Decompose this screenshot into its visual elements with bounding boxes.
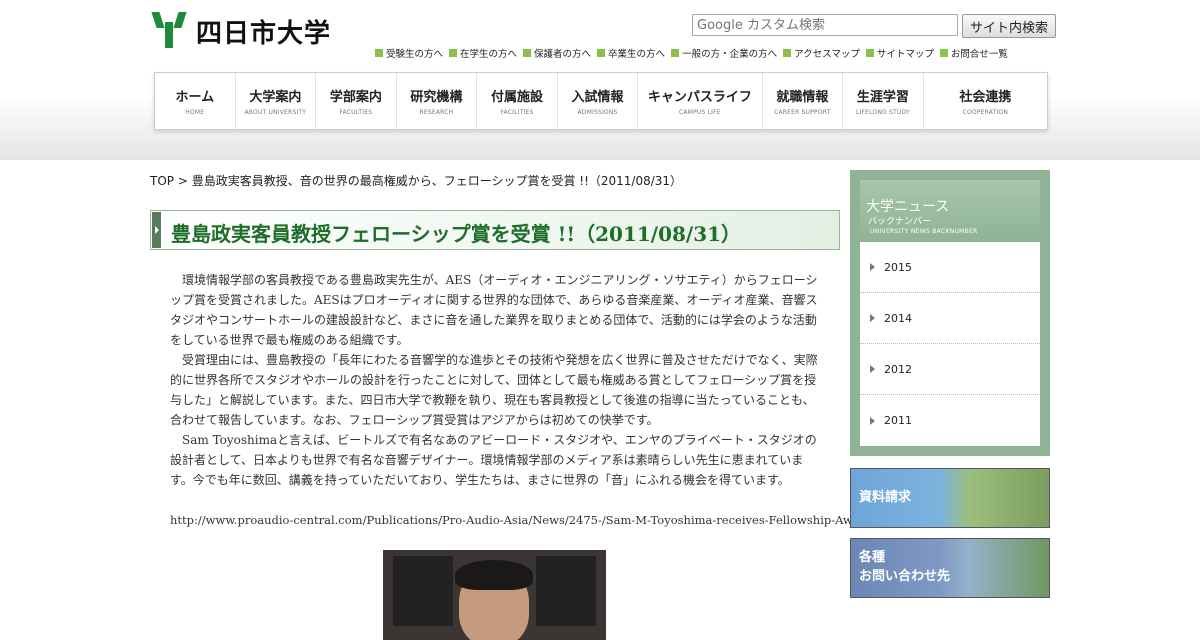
nav-campus-life[interactable]: キャンパスライフ CAMPUS LIFE: [638, 73, 763, 129]
sidebar-en-title: UNIVERSITY NEWS BACKNUMBER: [870, 228, 978, 235]
nav-career[interactable]: 就職情報 CAREER SUPPORT: [763, 73, 844, 129]
source-link[interactable]: http://www.proaudio-central.com/Publicat…: [170, 510, 932, 530]
search-input[interactable]: [692, 14, 958, 36]
breadcrumb: TOP > 豊島政実客員教授、音の世界の最高権威から、フェローシップ賞を受賞 !…: [150, 174, 683, 188]
link-current-students[interactable]: 在学生の方へ: [449, 46, 517, 60]
nav-research[interactable]: 研究機構 RESEARCH: [397, 73, 478, 129]
year-link-2011[interactable]: 2011: [860, 395, 1040, 446]
sidebar-subtitle: バックナンバー: [868, 217, 932, 227]
nav-admissions[interactable]: 入試情報 ADMISSIONS: [558, 73, 639, 129]
arrow-icon: [449, 49, 458, 57]
triangle-right-icon: [870, 365, 875, 373]
article-body: 環境情報学部の客員教授である豊島政実先生が、AES（オーディオ・エンジニアリング…: [170, 270, 932, 530]
news-backnumber-header: 大学ニュース バックナンバー UNIVERSITY NEWS BACKNUMBE…: [860, 180, 1040, 242]
logo-y-icon: [151, 12, 187, 50]
arrow-icon: [597, 49, 606, 57]
arrow-icon: [375, 49, 383, 57]
triangle-right-icon: [870, 416, 875, 425]
link-parents[interactable]: 保護者の方へ: [523, 46, 591, 60]
year-link-2015[interactable]: 2015: [860, 242, 1040, 293]
logo-text: 四日市大学: [196, 18, 332, 49]
article-title-box: 豊島政実客員教授フェローシップ賞を受賞 !!（2011/08/31）: [150, 210, 840, 250]
arrow-icon: [939, 49, 948, 57]
sidebar-title: 大学ニュース: [866, 199, 950, 215]
professor-photo: [383, 550, 606, 640]
link-alumni[interactable]: 卒業生の方へ: [597, 46, 665, 60]
article-paragraph: 環境情報学部の客員教授である豊島政実先生が、AES（オーディオ・エンジニアリング…: [170, 273, 818, 347]
title-marker-icon: [152, 212, 161, 248]
request-materials-banner[interactable]: 資料請求: [850, 468, 1050, 528]
year-link-2014[interactable]: 2014: [860, 293, 1040, 344]
year-list: 2015 2014 2012 2011: [860, 242, 1040, 446]
link-contact-list[interactable]: お問合せ一覧: [939, 46, 1008, 60]
triangle-right-icon: [870, 263, 875, 271]
nav-lifelong[interactable]: 生涯学習 LIFELONG STUDY: [843, 73, 924, 129]
site-search: サイト内検索: [692, 14, 1056, 38]
triangle-right-icon: [870, 314, 875, 322]
search-button[interactable]: サイト内検索: [962, 14, 1056, 38]
link-sitemap[interactable]: サイトマップ: [865, 46, 934, 60]
arrow-icon: [523, 49, 532, 57]
page-title: 豊島政実客員教授フェローシップ賞を受賞 !!（2011/08/31）: [171, 222, 742, 246]
audience-links: 受験生の方へ 在学生の方へ 保護者の方へ 卒業生の方へ 一般の方・企業の方へ ア…: [375, 46, 1008, 60]
link-access-map[interactable]: アクセスマップ: [783, 46, 860, 60]
page-container: 四日市大学 サイト内検索 受験生の方へ 在学生の方へ 保護者の方へ 卒業生の方へ…: [150, 0, 1056, 640]
article-paragraph: 受賞理由には、豊島教授の「長年にわたる音響学的な進歩とその技術や発想を広く世界に…: [170, 353, 818, 427]
article-paragraph: Sam Toyoshimaと言えば、ビートルズで有名なあのアビーロード・スタジオ…: [170, 433, 817, 487]
nav-cooperation[interactable]: 社会連携 COOPERATION: [924, 73, 1047, 129]
arrow-icon: [783, 49, 792, 57]
news-backnumber-panel: 大学ニュース バックナンバー UNIVERSITY NEWS BACKNUMBE…: [850, 170, 1050, 456]
nav-facilities[interactable]: 付属施設 FACILITIES: [477, 73, 558, 129]
main-nav: ホーム HOME 大学案内 ABOUT UNIVERSITY 学部案内 FACULTI…: [150, 68, 1050, 132]
year-link-2012[interactable]: 2012: [860, 344, 1040, 395]
arrow-icon: [865, 49, 874, 57]
nav-home[interactable]: ホーム HOME: [155, 73, 236, 129]
arrow-icon: [671, 49, 680, 57]
nav-faculties[interactable]: 学部案内 FACULTIES: [316, 73, 397, 129]
link-prospective-students[interactable]: 受験生の方へ: [375, 46, 443, 60]
contact-banner[interactable]: 各種 お問い合わせ先: [850, 538, 1050, 598]
nav-about[interactable]: 大学案内 ABOUT UNIVERSITY: [236, 73, 317, 129]
link-general-companies[interactable]: 一般の方・企業の方へ: [671, 46, 777, 60]
university-logo[interactable]: 四日市大学: [151, 12, 332, 50]
